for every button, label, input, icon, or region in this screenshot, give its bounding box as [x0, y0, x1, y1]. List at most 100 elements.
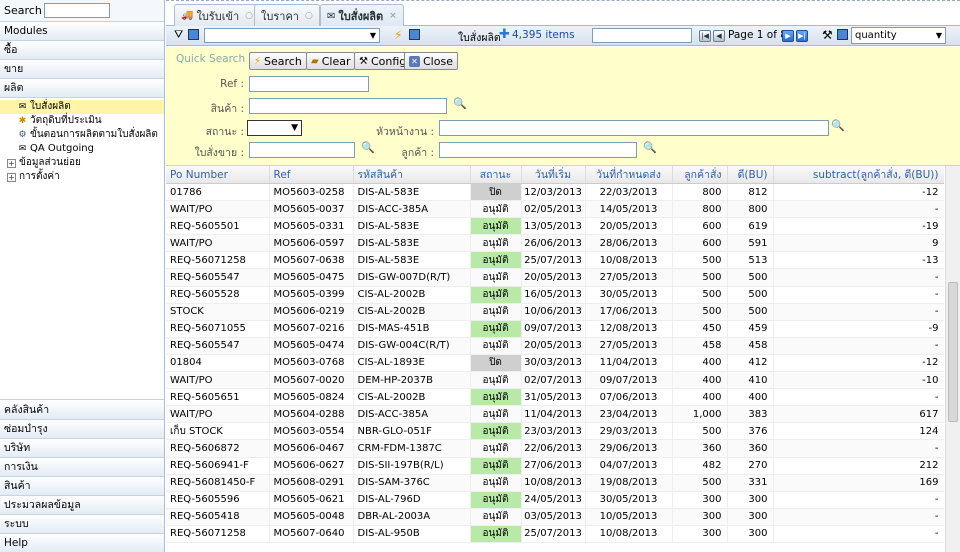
menu-warehouse[interactable]: คลังสินค้า	[0, 401, 164, 420]
menu-finance[interactable]: การเงิน	[0, 458, 164, 477]
col-ref[interactable]: Ref	[269, 166, 354, 184]
tree-item-production-order[interactable]: ✉ ใบสั่งผลิต	[0, 100, 164, 114]
col-status[interactable]: สถานะ	[470, 166, 522, 184]
table-row[interactable]: STOCK MO5606-0219 CIS-AL-2002B อนุมัติ 10/06…	[166, 303, 944, 321]
table-cell: 01786	[166, 183, 270, 202]
grid-scrollbar[interactable]	[945, 166, 960, 552]
product-input[interactable]	[249, 98, 447, 114]
col-start-date[interactable]: วันที่เริ่ม	[521, 166, 586, 184]
table-cell: 270	[727, 457, 774, 475]
col-good[interactable]: ดี(BU)	[727, 166, 774, 184]
lightning-icon[interactable]: ⚡	[394, 28, 402, 42]
prev-page-icon[interactable]: ◀	[713, 30, 725, 42]
menu-maintenance[interactable]: ซ่อมบำรุง	[0, 420, 164, 439]
table-cell: DIS-SII-197B(R/L)	[353, 457, 471, 475]
tab-production-orders[interactable]: ✉ ใบสั่งผลิต ×	[320, 4, 404, 27]
next-page-icon[interactable]: ▶	[782, 30, 794, 42]
save-icon[interactable]	[837, 29, 848, 40]
table-cell: 22/03/2013	[585, 183, 673, 202]
table-row[interactable]: WAIT/PO MO5605-0037 DIS-ACC-385A อนุมัติ 02/…	[166, 200, 944, 219]
filter-icon[interactable]: ⛛	[174, 28, 183, 42]
table-row[interactable]: 01804 MO5603-0768 CIS-AL-1893E ปิด 30/03/201…	[166, 354, 944, 373]
table-row[interactable]: 01786 MO5603-0258 DIS-AL-583E ปิด 12/03/2013…	[166, 183, 944, 202]
table-cell: MO5603-0554	[269, 422, 354, 441]
col-product-code[interactable]: รหัสสินค้า	[353, 166, 471, 184]
status-badge: อนุมัติ	[470, 217, 522, 236]
table-row[interactable]: REQ-56071258 MO5607-0640 DIS-AL-950B อนุมัต…	[166, 525, 944, 543]
table-row[interactable]: REQ-5605547 MO5605-0475 DIS-GW-007D(R/T) อน…	[166, 268, 944, 287]
table-row[interactable]: REQ-56071258 MO5607-0638 DIS-AL-583E อนุมัต…	[166, 251, 944, 270]
menu-data-processing[interactable]: ประมวลผลข้อมูล	[0, 496, 164, 515]
tab-bar: 🚚 ใบรับเข้า ○ ใบราคา ○ ✉ ใบสั่งผลิต ×	[166, 0, 960, 27]
table-cell: MO5606-0627	[269, 457, 354, 475]
tab-quotes[interactable]: ใบราคา ○	[254, 4, 320, 26]
scrollbar-thumb[interactable]	[948, 282, 958, 422]
last-page-icon[interactable]: ▶|	[796, 30, 808, 42]
search-icon[interactable]: 🔍	[453, 97, 467, 110]
customer-input[interactable]	[439, 142, 637, 158]
tree-item-sub-data[interactable]: + ข้อมูลส่วนย่อย	[0, 156, 164, 170]
close-icon[interactable]: ○	[245, 11, 253, 21]
save-icon[interactable]	[409, 29, 420, 40]
table-row[interactable]: REQ-56081450-F MO5608-0291 DIS-SAM-376C อนุ…	[166, 474, 944, 492]
menu-production[interactable]: ผลิต	[0, 79, 164, 98]
tree-item-process-steps[interactable]: ⚙ ขั้นตอนการผลิตตามใบสั่งผลิต	[0, 128, 164, 142]
header-input[interactable]	[439, 120, 829, 136]
search-button[interactable]: ⚡ Search	[249, 52, 307, 70]
table-cell: REQ-5605547	[166, 337, 270, 355]
close-icon[interactable]: ○	[305, 11, 313, 21]
expand-icon[interactable]: +	[7, 158, 16, 168]
table-cell: -	[773, 388, 944, 407]
table-row[interactable]: WAIT/PO MO5604-0288 DIS-ACC-385A อนุมัติ 11/…	[166, 405, 944, 424]
clear-button[interactable]: ▰ Clear	[306, 52, 356, 70]
add-icon[interactable]: ✚	[499, 27, 510, 42]
col-ordered[interactable]: ลูกค้าสั่ง	[672, 166, 728, 184]
table-row[interactable]: เก็บ STOCK MO5603-0554 NBR-GLO-051F อนุมัติ…	[166, 422, 944, 441]
menu-company[interactable]: บริษัท	[0, 439, 164, 458]
config-button[interactable]: ⚒ Config	[354, 52, 412, 70]
table-row[interactable]: REQ-5605528 MO5605-0399 CIS-AL-2002B อนุมัต…	[166, 286, 944, 304]
close-icon[interactable]: ×	[389, 11, 397, 21]
sidebar-search-input[interactable]	[44, 3, 110, 18]
table-row[interactable]: WAIT/PO MO5606-0597 DIS-AL-583E อนุมัติ 26/0…	[166, 234, 944, 253]
tree-item-settings[interactable]: + การตั้งค่า	[0, 170, 164, 184]
menu-help[interactable]: Help	[0, 534, 164, 552]
search-icon[interactable]: 🔍	[831, 119, 845, 132]
table-row[interactable]: REQ-5605651 MO5605-0824 CIS-AL-2002B อนุมัต…	[166, 388, 944, 407]
column-select[interactable]: quantity ▼	[851, 27, 946, 44]
expand-icon[interactable]: +	[7, 172, 16, 182]
save-icon[interactable]	[188, 29, 199, 40]
col-po-number[interactable]: Po Number	[166, 166, 270, 184]
page-search-input[interactable]	[592, 28, 692, 43]
status-badge: อนุมัติ	[470, 457, 522, 475]
table-row[interactable]: REQ-5605547 MO5605-0474 DIS-GW-004C(R/T) อน…	[166, 337, 944, 355]
status-select[interactable]: ▼	[247, 120, 302, 136]
menu-purchase[interactable]: ซื้อ	[0, 41, 164, 60]
menu-system[interactable]: ระบบ	[0, 515, 164, 534]
tree-item-qa-outgoing[interactable]: ✉ QA Outgoing	[0, 142, 164, 156]
close-button[interactable]: ✕ Close	[404, 52, 458, 70]
table-row[interactable]: REQ-5605418 MO5605-0048 DBR-AL-2003A อนุมัต…	[166, 508, 944, 526]
col-due-date[interactable]: วันที่กำหนดส่ง	[585, 166, 673, 184]
table-row[interactable]: WAIT/PO MO5607-0020 DEM-HP-2037B อนุมัติ 02/…	[166, 371, 944, 390]
col-subtract[interactable]: subtract(ลูกค้าสั่ง, ดี(BU))	[773, 166, 944, 184]
table-cell: 500	[672, 251, 728, 270]
envelope-icon: ✉	[327, 10, 336, 22]
tab-receipts[interactable]: 🚚 ใบรับเข้า ○	[174, 4, 261, 26]
tools-icon[interactable]: ⚒	[822, 28, 833, 42]
modules-header[interactable]: Modules	[0, 22, 164, 41]
menu-product[interactable]: สินค้า	[0, 477, 164, 496]
table-row[interactable]: REQ-5606941-F MO5606-0627 DIS-SII-197B(R/L…	[166, 457, 944, 475]
sales-order-input[interactable]	[249, 142, 355, 158]
table-row[interactable]: REQ-5605501 MO5605-0331 DIS-AL-583E อนุมัติ…	[166, 217, 944, 236]
ref-input[interactable]	[249, 76, 369, 92]
search-icon[interactable]: 🔍	[643, 141, 657, 154]
table-cell: -	[773, 525, 944, 543]
filter-select[interactable]: ▼	[204, 28, 380, 43]
menu-sales[interactable]: ขาย	[0, 60, 164, 79]
tree-item-materials[interactable]: ✱ วัตถุดิบที่ประเมิน	[0, 114, 164, 128]
first-page-icon[interactable]: |◀	[699, 30, 711, 42]
table-row[interactable]: REQ-5606872 MO5606-0467 CRM-FDM-1387C อนุมั…	[166, 439, 944, 458]
table-row[interactable]: REQ-56071055 MO5607-0216 DIS-MAS-451B อนุมั…	[166, 320, 944, 338]
table-row[interactable]: REQ-5605596 MO5605-0621 DIS-AL-796D อนุมัติ…	[166, 491, 944, 509]
